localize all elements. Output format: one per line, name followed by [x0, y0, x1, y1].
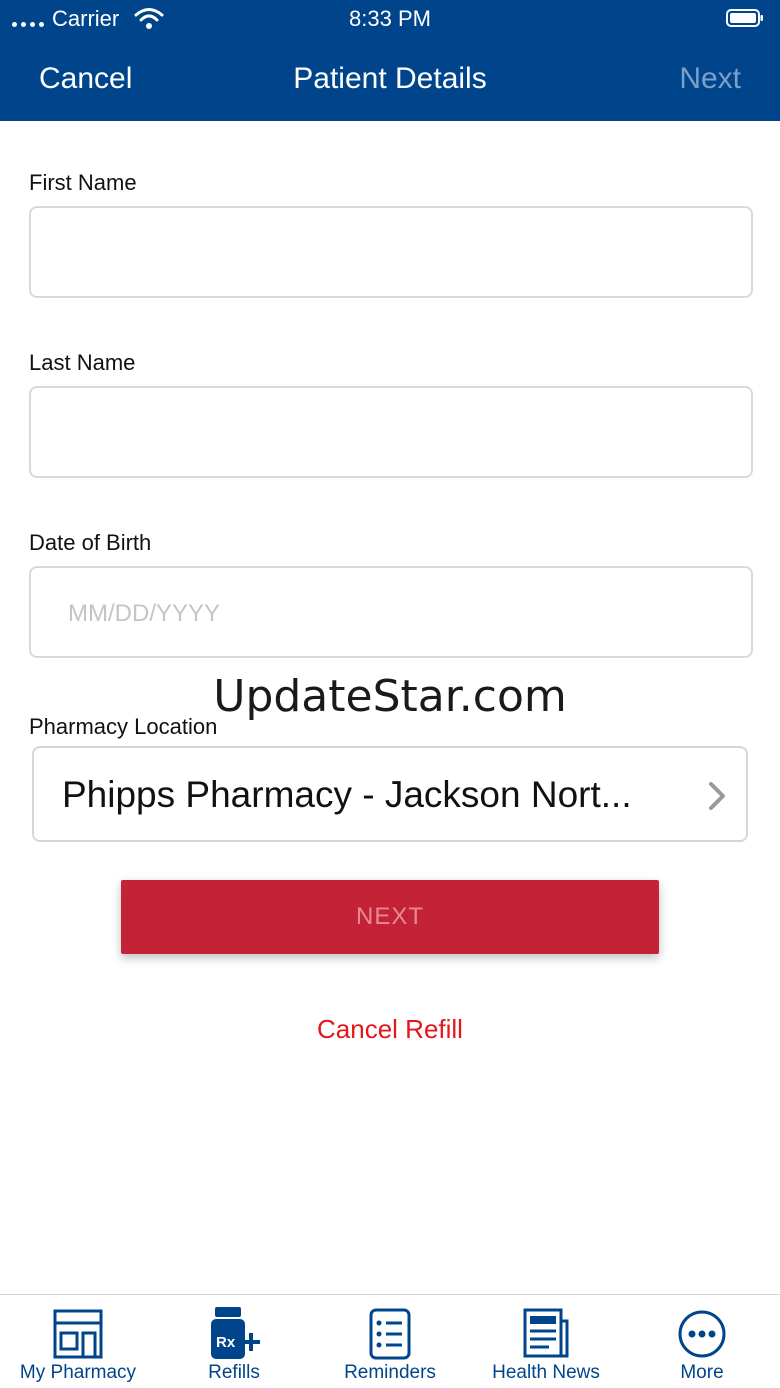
tab-label: My Pharmacy [19, 1362, 137, 1383]
chevron-right-icon [709, 782, 725, 810]
tab-more[interactable]: More [624, 1295, 780, 1388]
dob-placeholder: MM/DD/YYYY [68, 600, 221, 627]
tab-label: Refills [208, 1362, 260, 1383]
rx-plus-icon: Rx [211, 1307, 260, 1359]
cancel-refill-link[interactable]: Cancel Refill [0, 1014, 780, 1045]
navigation-header: Carrier 8:33 PM Cancel Patient Details N… [0, 0, 780, 121]
tab-my-pharmacy[interactable]: My Pharmacy [0, 1295, 156, 1388]
status-time: 8:33 PM [349, 6, 431, 31]
tab-health-news[interactable]: Health News [468, 1295, 624, 1388]
last-name-field[interactable] [29, 386, 753, 478]
status-bar: Carrier 8:33 PM [0, 0, 780, 40]
checklist-icon [369, 1308, 411, 1360]
tab-reminders[interactable]: Reminders [312, 1295, 468, 1388]
next-button[interactable]: NEXT [121, 880, 659, 954]
next-nav-button[interactable]: Next [679, 62, 741, 96]
tab-label: Reminders [344, 1362, 436, 1383]
more-dots-icon [678, 1310, 726, 1358]
tab-label: Health News [492, 1362, 600, 1383]
last-name-label: Last Name [29, 350, 136, 375]
tab-label: More [680, 1362, 724, 1383]
first-name-label: First Name [29, 170, 137, 195]
dob-label: Date of Birth [29, 530, 152, 555]
pharmacy-location-value: Phipps Pharmacy - Jackson Nort... [62, 774, 632, 815]
newspaper-icon [523, 1308, 569, 1358]
battery-icon [726, 9, 763, 27]
first-name-field[interactable] [29, 206, 753, 298]
watermark: UpdateStar.com [213, 671, 567, 722]
tab-refills[interactable]: Rx Refills [156, 1295, 312, 1388]
tab-bar: My Pharmacy Rx Refills Reminders Health … [0, 1294, 780, 1388]
page-title: Patient Details [293, 62, 487, 95]
svg-text:Rx: Rx [216, 1334, 236, 1351]
dob-field[interactable]: MM/DD/YYYY [29, 566, 753, 658]
pharmacy-location-selector[interactable]: Phipps Pharmacy - Jackson Nort... [32, 746, 748, 842]
storefront-icon [53, 1309, 103, 1359]
